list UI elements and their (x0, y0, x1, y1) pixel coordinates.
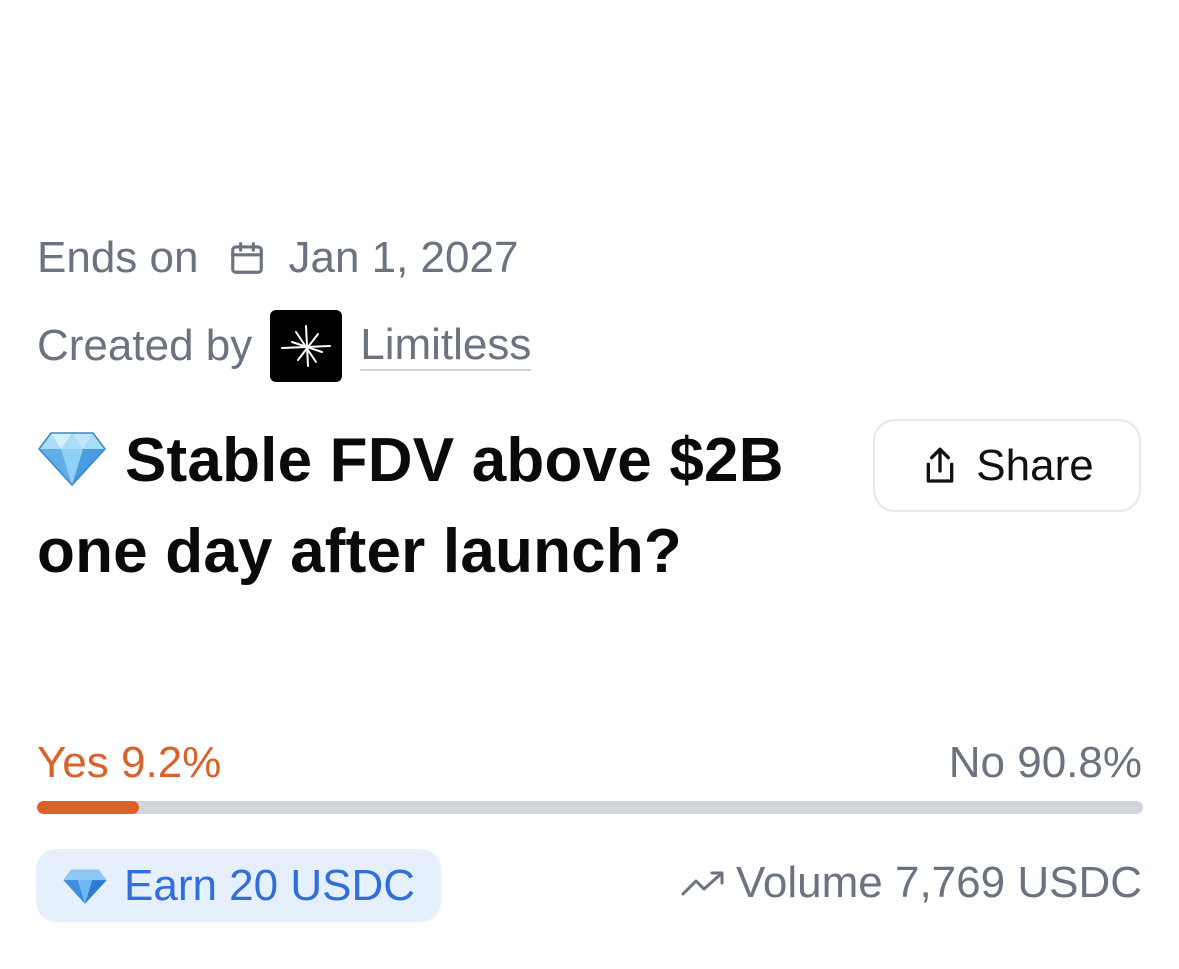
creator-link[interactable]: Limitless (360, 320, 532, 372)
yes-odds: Yes 9.2% (37, 738, 222, 787)
market-card: Ends on Jan 1, 2027 Created by Limitless (0, 0, 1179, 969)
no-odds: No 90.8% (948, 738, 1142, 787)
market-title: Stable FDV above $2B one day after launc… (37, 418, 797, 594)
earn-badge[interactable]: Earn 20 USDC (36, 849, 442, 922)
end-date: Jan 1, 2027 (288, 233, 519, 282)
gem-icon (62, 867, 108, 905)
created-by-label: Created by (37, 321, 253, 370)
market-title-text: Stable FDV above $2B one day after launc… (37, 426, 784, 586)
share-label: Share (976, 440, 1094, 490)
limitless-logo[interactable] (270, 310, 343, 382)
odds-row: Yes 9.2% No 90.8% (37, 738, 1142, 788)
created-by-row: Created by Limitless (37, 310, 532, 382)
share-button[interactable]: Share (873, 419, 1141, 512)
volume-label: Volume 7,769 USDC (736, 858, 1142, 907)
share-icon (920, 444, 960, 488)
trending-up-icon (680, 868, 726, 898)
probability-bar-yes-fill (37, 801, 139, 814)
ends-on-row: Ends on Jan 1, 2027 (37, 230, 518, 286)
earn-label: Earn 20 USDC (124, 860, 416, 910)
ends-on-label: Ends on (37, 233, 199, 282)
calendar-icon (228, 239, 266, 277)
volume-stat: Volume 7,769 USDC (680, 858, 1142, 908)
probability-bar (37, 801, 1143, 814)
gem-icon (37, 424, 107, 509)
